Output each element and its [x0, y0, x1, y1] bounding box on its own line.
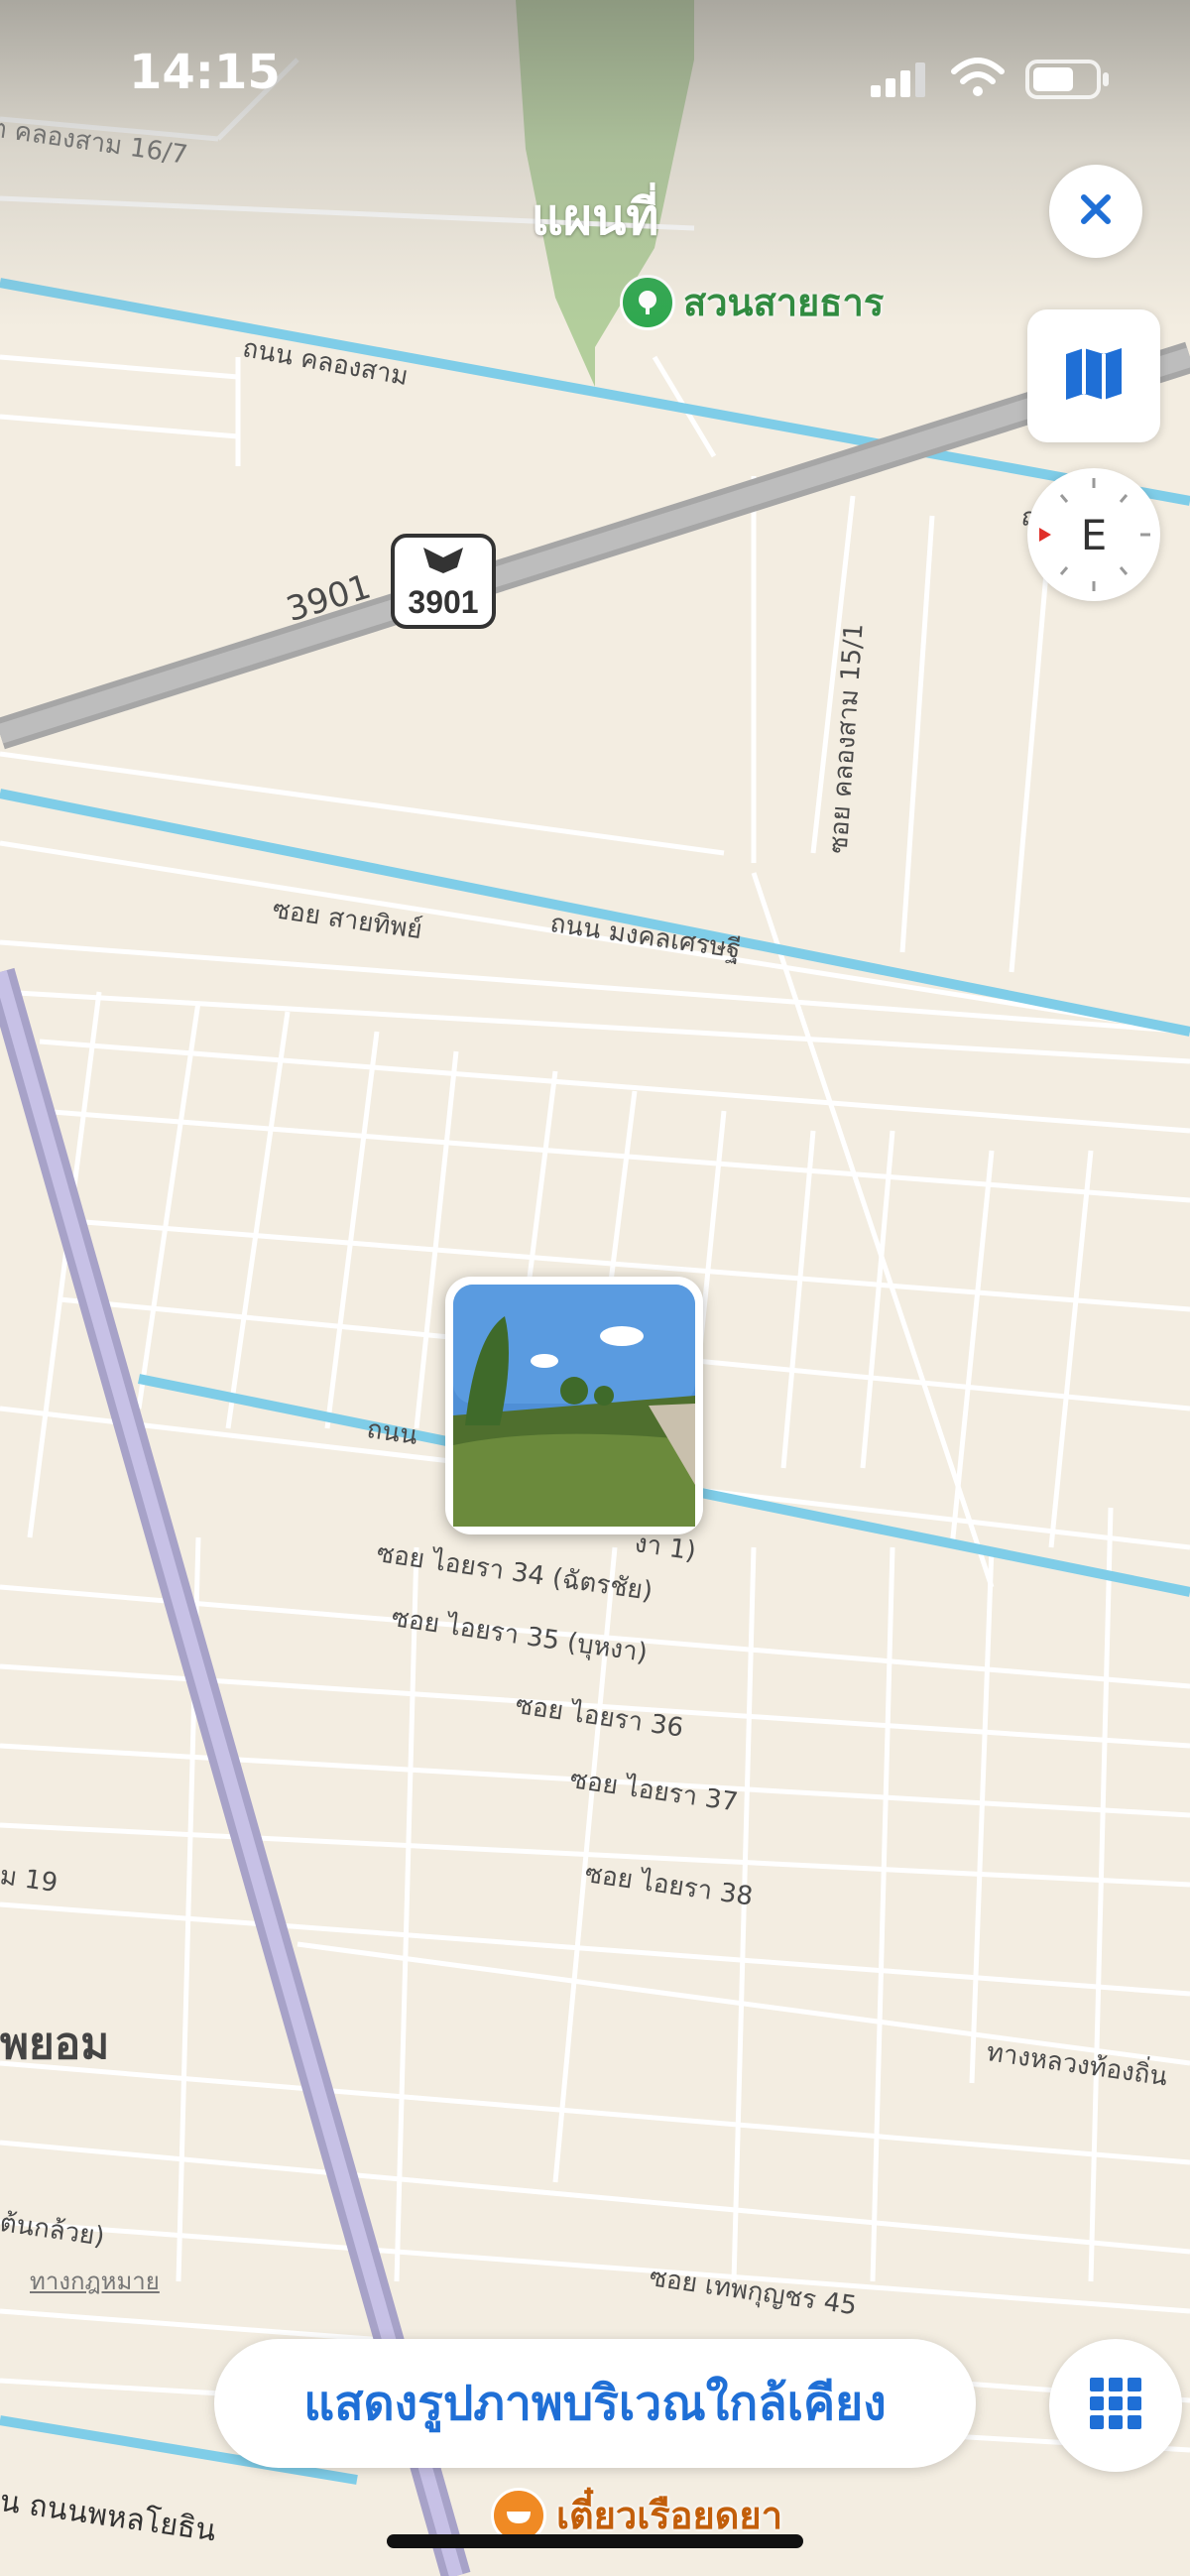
wifi-icon: [950, 56, 1006, 103]
status-time: 14:15: [129, 45, 281, 100]
battery-icon: [1025, 60, 1111, 103]
map-icon: [1064, 346, 1124, 406]
grid-icon: [1088, 2376, 1143, 2435]
compass-label: E: [1080, 510, 1108, 559]
poi-park[interactable]: สวนสายธาร: [620, 272, 884, 332]
compass-button[interactable]: E: [1027, 468, 1160, 601]
tree-icon: [620, 274, 675, 330]
home-indicator[interactable]: [387, 2534, 803, 2548]
route-shield-number: 3901: [408, 584, 478, 620]
close-button[interactable]: [1049, 165, 1142, 258]
legal-link[interactable]: ทางกฎหมาย: [30, 2262, 160, 2300]
poi-park-label: สวนสายธาร: [683, 281, 885, 324]
district-label: พยอม: [0, 2019, 110, 2069]
road-label: ถนน: [364, 1414, 419, 1451]
road-label: ม 19: [0, 1861, 60, 1899]
signal-icon: [871, 60, 930, 103]
nearby-photos-button[interactable]: แสดงรูปภาพบริเวณใกล้เคียง: [214, 2339, 976, 2468]
nearby-photos-label: แสดงรูปภาพบริเวณใกล้เคียง: [303, 2376, 887, 2431]
route-shield: 3901: [391, 534, 496, 629]
grid-view-button[interactable]: [1049, 2339, 1182, 2472]
location-photo-thumbnail[interactable]: [445, 1277, 703, 1534]
close-icon: [1076, 189, 1116, 233]
page-title: แผนที่: [531, 188, 659, 246]
map-mode-button[interactable]: [1027, 309, 1160, 442]
